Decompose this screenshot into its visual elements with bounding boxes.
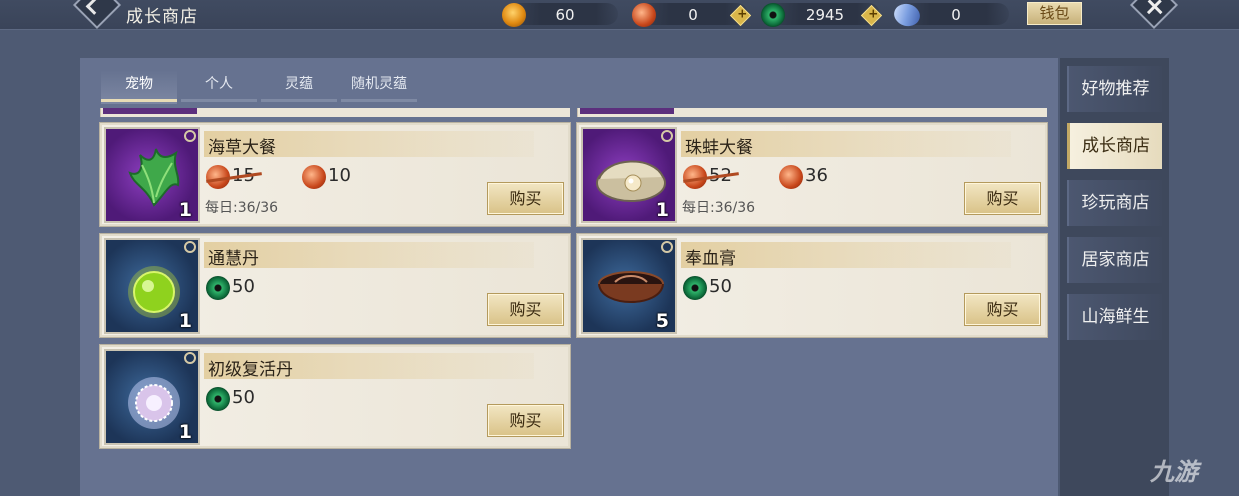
tab-personal[interactable]: 个人 [181, 70, 257, 104]
revive-pill-icon [128, 377, 180, 429]
link-icon [184, 352, 196, 364]
jade-coin-icon [206, 387, 230, 411]
item-quantity: 1 [655, 199, 669, 221]
jade-coin-icon [206, 276, 230, 300]
tab-pets[interactable]: 宠物 [101, 70, 177, 104]
daily-limit: 每日:36/36 [205, 200, 279, 216]
page-title: 成长商店 [126, 7, 198, 27]
red-token-icon [632, 3, 656, 27]
side-nav-growth-shop[interactable]: 成长商店 [1067, 123, 1162, 169]
shop-panel: 宠物 个人 灵蕴 随机灵蕴 1 海草大餐 15 10 每日:36/36 购买 [80, 58, 1058, 496]
currency-red-value: 0 [688, 6, 698, 24]
item-name: 奉血膏 [685, 249, 736, 269]
shop-item-card: 1 通慧丹 50 购买 [100, 234, 570, 337]
item-price: 50 [232, 276, 255, 297]
item-price: 10 [328, 165, 351, 186]
shop-item-card: 1 海草大餐 15 10 每日:36/36 购买 [100, 123, 570, 226]
item-quantity: 1 [178, 421, 192, 443]
item-quantity: 1 [178, 310, 192, 332]
tab-random-lingyun[interactable]: 随机灵蕴 [341, 70, 417, 104]
item-price: 36 [805, 165, 828, 186]
shop-side-nav: 好物推荐 成长商店 珍玩商店 居家商店 山海鲜生 [1060, 58, 1169, 496]
currency-jade-value: 2945 [805, 6, 845, 24]
buy-button[interactable]: 购买 [964, 182, 1041, 215]
green-pill-icon [128, 266, 180, 318]
seaweed-icon [128, 148, 180, 207]
item-name: 珠蚌大餐 [685, 138, 753, 158]
chevron-left-icon [85, 0, 103, 15]
item-name: 海草大餐 [208, 138, 276, 158]
red-token-icon [779, 165, 803, 189]
buy-button[interactable]: 购买 [487, 293, 564, 326]
shop-item-card: 1 初级复活丹 50 购买 [100, 345, 570, 448]
watermark-logo: 九游 [1150, 458, 1198, 486]
blood-paste-bowl-icon [598, 271, 664, 303]
link-icon [184, 241, 196, 253]
top-bar: 成长商店 60 0 + 2945 + 0 钱包 [0, 0, 1239, 32]
shop-item-card: 5 奉血膏 50 购买 [577, 234, 1047, 337]
add-jade-button[interactable]: + [860, 4, 883, 27]
item-thumbnail[interactable]: 5 [581, 238, 677, 334]
item-quantity: 5 [655, 310, 669, 332]
buy-button[interactable]: 购买 [487, 182, 564, 215]
gold-coin-icon [502, 3, 526, 27]
daily-limit: 每日:36/36 [682, 200, 756, 216]
shop-item-card: 1 珠蚌大餐 52 36 每日:36/36 购买 [577, 123, 1047, 226]
buy-button[interactable]: 购买 [964, 293, 1041, 326]
currency-gold: 60 [502, 3, 618, 27]
item-thumbnail[interactable]: 1 [104, 349, 200, 445]
side-nav-home-shop[interactable]: 居家商店 [1067, 237, 1162, 283]
tab-lingyun[interactable]: 灵蕴 [261, 70, 337, 104]
scrolled-card-edge [100, 108, 570, 117]
link-icon [661, 241, 673, 253]
currency-red: 0 + [632, 3, 752, 27]
item-thumbnail[interactable]: 1 [581, 127, 677, 223]
buy-button[interactable]: 购买 [487, 404, 564, 437]
jade-coin-icon [761, 3, 785, 27]
wallet-button[interactable]: 钱包 [1027, 2, 1082, 25]
item-name: 通慧丹 [208, 249, 259, 269]
currency-jade: 2945 + [761, 3, 883, 27]
add-red-button[interactable]: + [729, 4, 752, 27]
side-nav-treasure-shop[interactable]: 珍玩商店 [1067, 180, 1162, 226]
jade-coin-icon [683, 276, 707, 300]
side-nav-recommend[interactable]: 好物推荐 [1067, 66, 1162, 112]
close-button[interactable] [1129, 0, 1179, 30]
item-quantity: 1 [178, 199, 192, 221]
link-icon [184, 130, 196, 142]
item-name: 初级复活丹 [208, 360, 293, 380]
link-icon [661, 130, 673, 142]
item-thumbnail[interactable]: 1 [104, 127, 200, 223]
item-price: 50 [709, 276, 732, 297]
item-price: 50 [232, 387, 255, 408]
side-nav-seafood[interactable]: 山海鲜生 [1067, 294, 1162, 340]
red-token-icon [302, 165, 326, 189]
item-thumbnail[interactable]: 1 [104, 238, 200, 334]
currency-gold-value: 60 [555, 6, 575, 24]
blue-crystal-icon [890, 0, 924, 32]
back-button[interactable] [72, 0, 122, 30]
currency-crystal-value: 0 [951, 6, 961, 24]
currency-crystal: 0 [890, 0, 1009, 32]
scrolled-card-edge [577, 108, 1047, 117]
